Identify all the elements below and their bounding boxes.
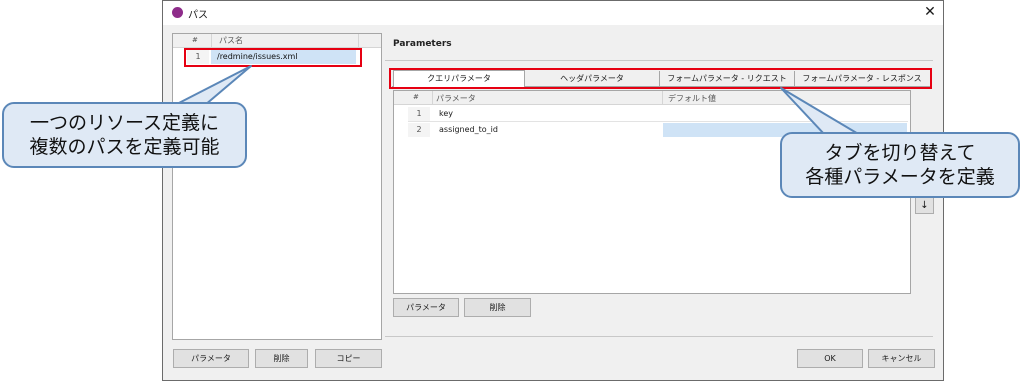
- right-callout-pointer: [780, 87, 861, 136]
- callout-left-line1: 一つのリソース定義に: [29, 112, 220, 134]
- callout-right-line1: タブを切り替えて: [824, 142, 976, 164]
- callout-right-line2: 各種パラメータを定義: [805, 166, 995, 188]
- callout-left: 一つのリソース定義に 複数のパスを定義可能: [2, 102, 247, 168]
- callout-left-line2: 複数のパスを定義可能: [29, 136, 220, 158]
- left-callout-pointer: [174, 65, 252, 106]
- callout-right: タブを切り替えて 各種パラメータを定義: [780, 132, 1020, 198]
